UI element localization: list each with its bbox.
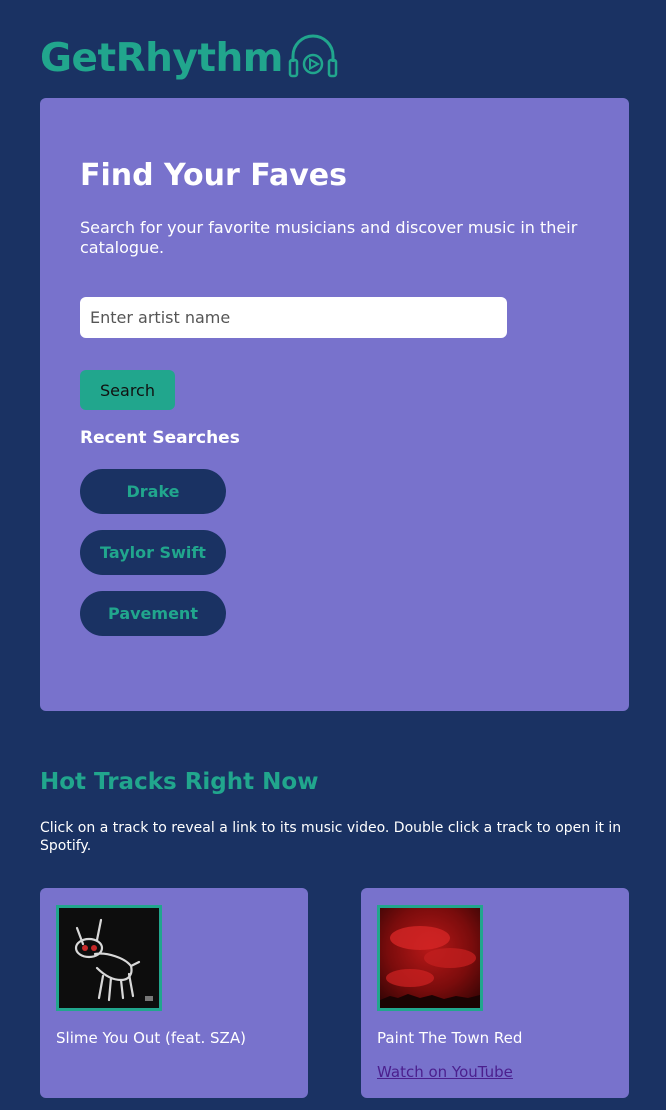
recent-search-drake[interactable]: Drake [80,469,226,514]
search-card: Find Your Faves Search for your favorite… [40,98,629,711]
search-button[interactable]: Search [80,370,175,410]
search-description: Search for your favorite musicians and d… [80,218,578,257]
album-art [377,905,483,1011]
headphones-play-icon [288,34,338,78]
track-name: Paint The Town Red [377,1029,523,1047]
artist-search-input[interactable] [80,297,507,338]
track-card-slime-you-out[interactable]: Slime You Out (feat. SZA) [40,888,308,1098]
hot-tracks-description: Click on a track to reveal a link to its… [40,820,622,854]
recent-searches-title: Recent Searches [80,428,240,448]
watch-on-youtube-link[interactable]: Watch on YouTube [377,1063,513,1081]
search-title: Find Your Faves [80,158,347,193]
header: GetRhythm [40,20,339,80]
recent-search-taylor-swift[interactable]: Taylor Swift [80,530,226,575]
track-card-paint-the-town-red[interactable]: Paint The Town Red Watch on YouTube [361,888,629,1098]
app-title: GetRhythm [40,36,283,81]
album-art [56,905,162,1011]
track-name: Slime You Out (feat. SZA) [56,1029,246,1047]
recent-search-pavement[interactable]: Pavement [80,591,226,636]
hot-tracks-title: Hot Tracks Right Now [40,769,319,795]
